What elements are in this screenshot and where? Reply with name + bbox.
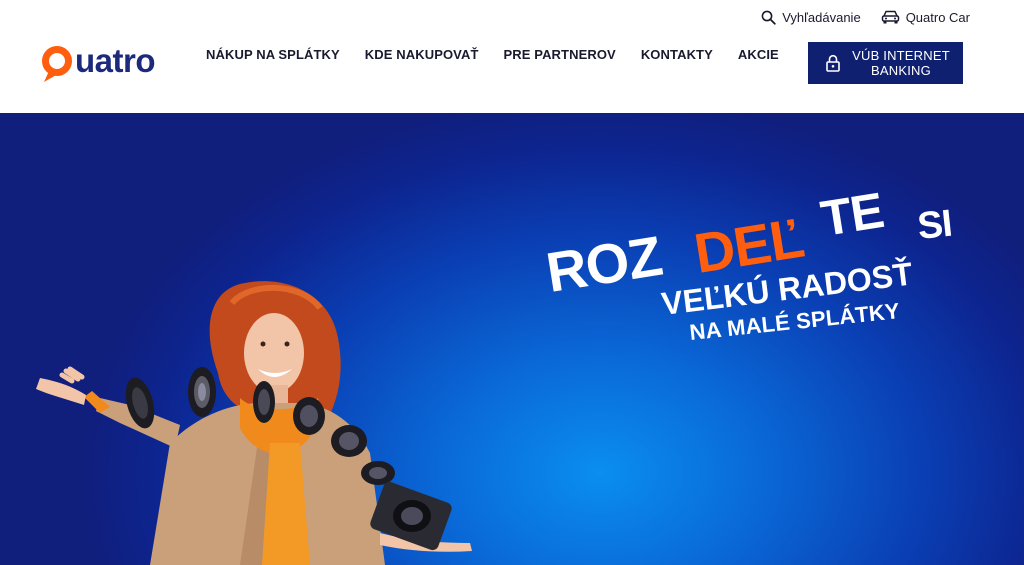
logo-text: uatro bbox=[75, 42, 156, 79]
bank-button-label: VÚB INTERNET BANKING bbox=[848, 48, 954, 78]
nav-item-kde-nakupovat[interactable]: KDE NAKUPOVAŤ bbox=[365, 47, 479, 62]
nav-item-nakup-na-splatky[interactable]: NÁKUP NA SPLÁTKY bbox=[206, 47, 340, 62]
car-icon bbox=[881, 10, 899, 24]
search-link[interactable]: Vyhľadávanie bbox=[761, 9, 861, 25]
quatro-car-label: Quatro Car bbox=[905, 9, 970, 25]
search-icon bbox=[761, 10, 776, 25]
logo-q-mark bbox=[42, 44, 74, 84]
lock-icon bbox=[826, 54, 840, 72]
bank-button-line1: VÚB INTERNET bbox=[852, 48, 950, 63]
headline-te: TE bbox=[817, 182, 887, 248]
hero-banner[interactable]: ROZ DEĽ TE SI VEĽKÚ RADOSŤ NA MALÉ SPLÁT… bbox=[0, 113, 1024, 565]
search-label: Vyhľadávanie bbox=[782, 9, 861, 25]
quatro-car-link[interactable]: Quatro Car bbox=[881, 9, 970, 25]
headline-roz: ROZ bbox=[541, 223, 666, 305]
site-header: uatro NÁKUP NA SPLÁTKY KDE NAKUPOVAŤ PRE… bbox=[0, 0, 1024, 113]
nav-item-pre-partnerov[interactable]: PRE PARTNEROV bbox=[504, 47, 616, 62]
headline-si: SI bbox=[915, 202, 954, 249]
vub-internet-banking-button[interactable]: VÚB INTERNET BANKING bbox=[808, 42, 963, 84]
utility-bar: Vyhľadávanie Quatro Car bbox=[761, 9, 970, 25]
quatro-logo[interactable]: uatro bbox=[42, 36, 156, 84]
main-nav: NÁKUP NA SPLÁTKY KDE NAKUPOVAŤ PRE PARTN… bbox=[206, 47, 779, 62]
hero-headline: ROZ DEĽ TE SI VEĽKÚ RADOSŤ NA MALÉ SPLÁT… bbox=[0, 113, 1024, 565]
bank-button-line2: BANKING bbox=[871, 63, 931, 78]
nav-item-akcie[interactable]: AKCIE bbox=[738, 47, 779, 62]
nav-item-kontakty[interactable]: KONTAKTY bbox=[641, 47, 713, 62]
